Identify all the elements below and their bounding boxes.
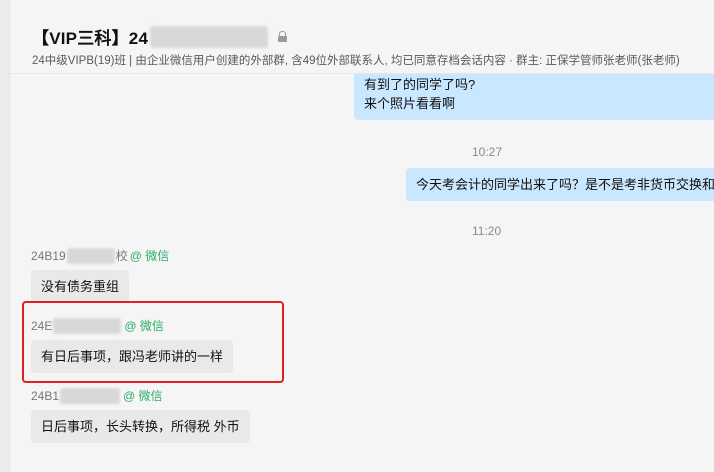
timestamp: 10:27 [472,145,503,159]
message-text: 日后事项，长头转换，所得税 外币 [41,419,240,434]
message-text: 没有债务重组 [41,279,120,294]
message-text: 有到了的同学了吗? [364,77,476,92]
message-other[interactable]: 日后事项，长头转换，所得税 外币 [31,410,250,443]
left-panel-edge [0,0,10,472]
message-self[interactable]: 有到了的同学了吗? 来个照片看看啊 [354,74,714,120]
sender-redacted [60,387,121,404]
message-text: 有日后事项，跟冯老师讲的一样 [41,349,224,364]
timestamp: 11:20 [472,224,502,238]
wechat-source-tag: @ 微信 [129,249,170,263]
title-row: 【VIP三科】24 [32,24,288,49]
sender-redacted [66,247,115,264]
message-other[interactable]: 没有债务重组 [31,270,130,303]
sender-name[interactable]: 24B1 @ 微信 [31,387,163,404]
title-redacted [150,25,269,48]
message-other[interactable]: 有日后事项，跟冯老师讲的一样 [31,340,234,373]
lock-icon [278,31,288,42]
chat-header: 【VIP三科】24 24中级VIPB(19)班 | 由企业微信用户创建的外部群,… [10,0,714,74]
group-title[interactable]: 【VIP三科】24 [32,24,148,49]
wechat-source-tag: @ 微信 [123,389,163,403]
message-list[interactable]: 有到了的同学了吗? 来个照片看看啊 10:27 今天考会计的同学出来了吗？是不是… [10,74,714,472]
sender-redacted [53,317,122,334]
wechat-source-tag: @ 微信 [124,319,164,333]
message-text: 今天考会计的同学出来了吗？是不是考非货币交换和 [416,177,714,192]
sender-name[interactable]: 24B19 校 @ 微信 [31,247,169,264]
message-text: 来个照片看看啊 [364,96,456,111]
sender-name[interactable]: 24E @ 微信 [31,317,164,334]
message-self[interactable]: 今天考会计的同学出来了吗？是不是考非货币交换和 [406,168,714,201]
group-description: 24中级VIPB(19)班 | 由企业微信用户创建的外部群, 含49位外部联系人… [32,55,680,67]
